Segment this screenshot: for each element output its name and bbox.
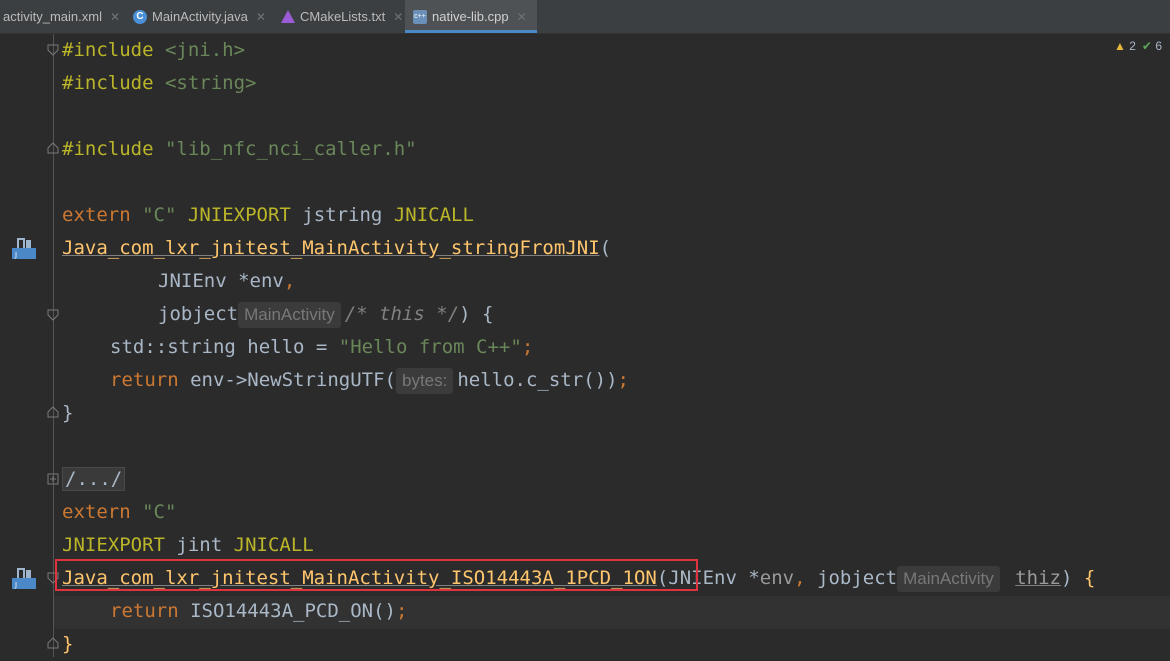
java-class-icon: C	[133, 9, 147, 24]
code-line-4[interactable]: #include "lib_nfc_nci_caller.h"	[62, 133, 417, 166]
code-editor[interactable]: J J #include <jni.h> #include <string> #…	[0, 34, 1170, 657]
navigate-to-java-icon[interactable]: J	[11, 236, 37, 260]
annotation-highlight-box	[55, 559, 698, 591]
tab-native-lib-cpp[interactable]: c++ native-lib.cpp ✕	[405, 0, 537, 33]
svg-text:J: J	[14, 251, 17, 259]
tab-label: MainActivity.java	[152, 9, 248, 24]
navigate-to-java-icon[interactable]: J	[11, 566, 37, 590]
active-tab-indicator	[405, 30, 537, 33]
code-line-6[interactable]: extern "C" JNIEXPORT jstring JNICALL	[62, 199, 474, 232]
code-line-8[interactable]: JNIEnv *env,	[158, 265, 295, 298]
fold-end-icon[interactable]	[47, 637, 59, 649]
code-line-10[interactable]: std::string hello = "Hello from C++";	[110, 331, 533, 364]
editor-tab-bar: activity_main.xml ✕ C MainActivity.java …	[0, 0, 1170, 34]
close-icon[interactable]: ✕	[110, 10, 120, 24]
tab-label: CMakeLists.txt	[300, 9, 386, 24]
code-line-1[interactable]: #include <jni.h>	[62, 34, 245, 67]
parameter-hint: MainActivity	[897, 565, 1000, 592]
svg-text:J: J	[14, 581, 17, 589]
close-icon[interactable]: ✕	[517, 10, 527, 24]
fold-marker-icon[interactable]	[47, 44, 59, 56]
fold-marker-icon[interactable]	[47, 309, 59, 321]
code-line-9[interactable]: jobject MainActivity/* this */) {	[158, 298, 493, 331]
code-line-7[interactable]: Java_com_lxr_jnitest_MainActivity_string…	[62, 232, 611, 265]
close-icon[interactable]: ✕	[256, 10, 266, 24]
code-line-folded[interactable]: /.../	[62, 463, 126, 496]
tab-mainactivity-java[interactable]: C MainActivity.java ✕	[133, 0, 266, 33]
tab-activity-main-xml[interactable]: activity_main.xml ✕	[3, 0, 120, 33]
tab-cmakelists[interactable]: CMakeLists.txt ✕	[281, 0, 403, 33]
code-line-18[interactable]: return ISO14443A_PCD_ON();	[110, 595, 407, 628]
close-icon[interactable]: ✕	[393, 10, 403, 24]
code-line-12[interactable]: }	[62, 397, 73, 430]
cmake-icon	[281, 10, 295, 23]
fold-expand-icon[interactable]	[47, 473, 59, 485]
fold-end-icon[interactable]	[47, 142, 59, 154]
fold-end-icon[interactable]	[47, 406, 59, 418]
code-line-19[interactable]: }	[62, 628, 73, 661]
code-line-11[interactable]: return env->NewStringUTF(bytes: hello.c_s…	[110, 364, 629, 397]
parameter-hint: MainActivity	[238, 301, 341, 328]
gutter-divider	[53, 34, 54, 657]
tab-label: activity_main.xml	[3, 9, 102, 24]
code-line-15[interactable]: extern "C"	[62, 496, 176, 529]
code-line-16[interactable]: JNIEXPORT jint JNICALL	[62, 529, 314, 562]
code-line-2[interactable]: #include <string>	[62, 67, 256, 100]
parameter-hint: bytes:	[396, 367, 454, 394]
cpp-file-icon: c++	[413, 9, 427, 24]
tab-label: native-lib.cpp	[432, 9, 509, 24]
